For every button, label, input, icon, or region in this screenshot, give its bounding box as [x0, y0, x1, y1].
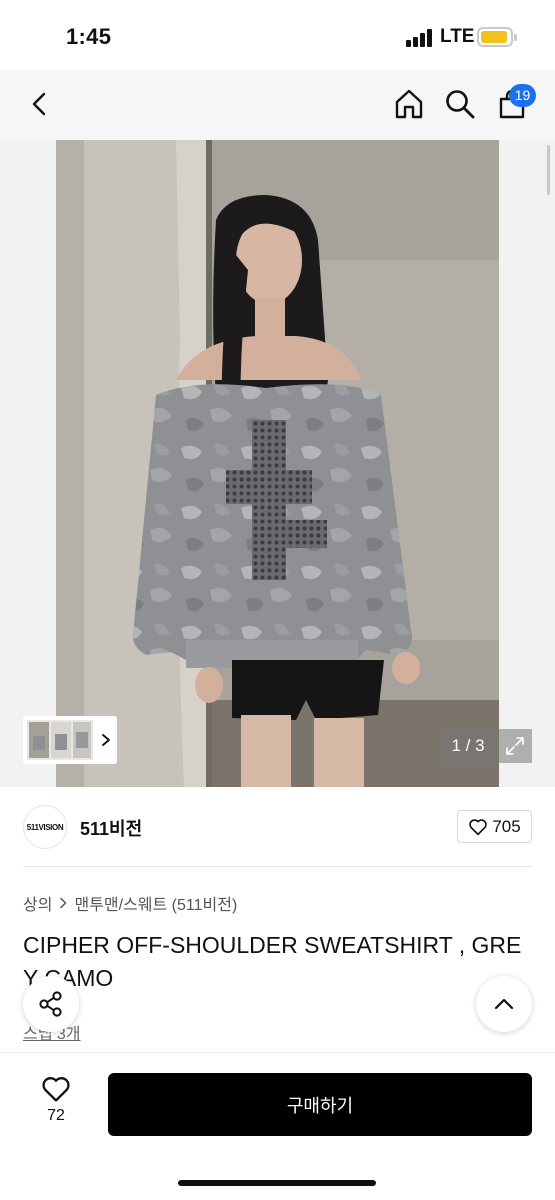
bottom-action-bar: 72 구매하기	[0, 1052, 555, 1200]
heart-outline-icon	[42, 1077, 70, 1102]
breadcrumb: 상의 맨투맨/스웨트 (511비전)	[23, 891, 237, 915]
status-bar: 1:45 LTE	[0, 0, 555, 70]
battery-icon	[477, 27, 517, 47]
brand-row: 511VISION 511비전 705	[0, 787, 555, 867]
chevron-right-icon	[60, 897, 67, 909]
product-image-gallery[interactable]	[0, 140, 555, 787]
product-photo[interactable]	[56, 140, 499, 787]
product-photo-illustration	[56, 140, 499, 787]
signal-strength-icon	[406, 29, 436, 47]
chevron-right-icon	[102, 734, 110, 746]
heart-outline-icon	[469, 818, 488, 835]
breadcrumb-category[interactable]: 상의	[23, 891, 52, 915]
chevron-up-icon	[494, 998, 514, 1010]
page-scrollbar[interactable]	[547, 145, 550, 195]
home-indicator	[178, 1180, 376, 1186]
expand-image-button[interactable]	[498, 729, 532, 763]
share-icon	[39, 991, 62, 1017]
product-title: CIPHER OFF-SHOULDER SWEATSHIRT , GREY CA…	[23, 932, 522, 991]
home-icon	[395, 89, 423, 119]
scroll-to-top-button[interactable]	[476, 976, 532, 1032]
search-button[interactable]	[442, 86, 478, 122]
brand-logo[interactable]: 511VISION	[23, 805, 67, 849]
search-icon	[446, 90, 475, 119]
brand-like-count: 705	[492, 816, 521, 836]
home-button[interactable]	[391, 86, 427, 122]
expand-icon	[506, 737, 524, 755]
back-button[interactable]	[22, 86, 58, 122]
cart-count-badge: 19	[509, 84, 536, 107]
buy-button[interactable]: 구매하기	[108, 1073, 532, 1136]
wishlist-button[interactable]: 72	[24, 1075, 88, 1135]
divider	[23, 866, 532, 867]
wishlist-count: 72	[47, 1107, 65, 1124]
brand-name[interactable]: 511비전	[80, 815, 142, 841]
thumbnail-image	[27, 720, 93, 760]
brand-like-button[interactable]: 705	[457, 810, 532, 843]
share-button[interactable]	[23, 976, 79, 1032]
image-page-counter: 1 / 3	[440, 729, 496, 763]
thumbnail-strip-button[interactable]	[23, 716, 117, 764]
breadcrumb-subcategory[interactable]: 맨투맨/스웨트 (511비전)	[74, 891, 237, 915]
chevron-left-icon	[32, 92, 46, 116]
network-type: LTE	[440, 26, 475, 47]
status-time: 1:45	[66, 24, 112, 49]
top-nav-bar	[0, 70, 555, 140]
